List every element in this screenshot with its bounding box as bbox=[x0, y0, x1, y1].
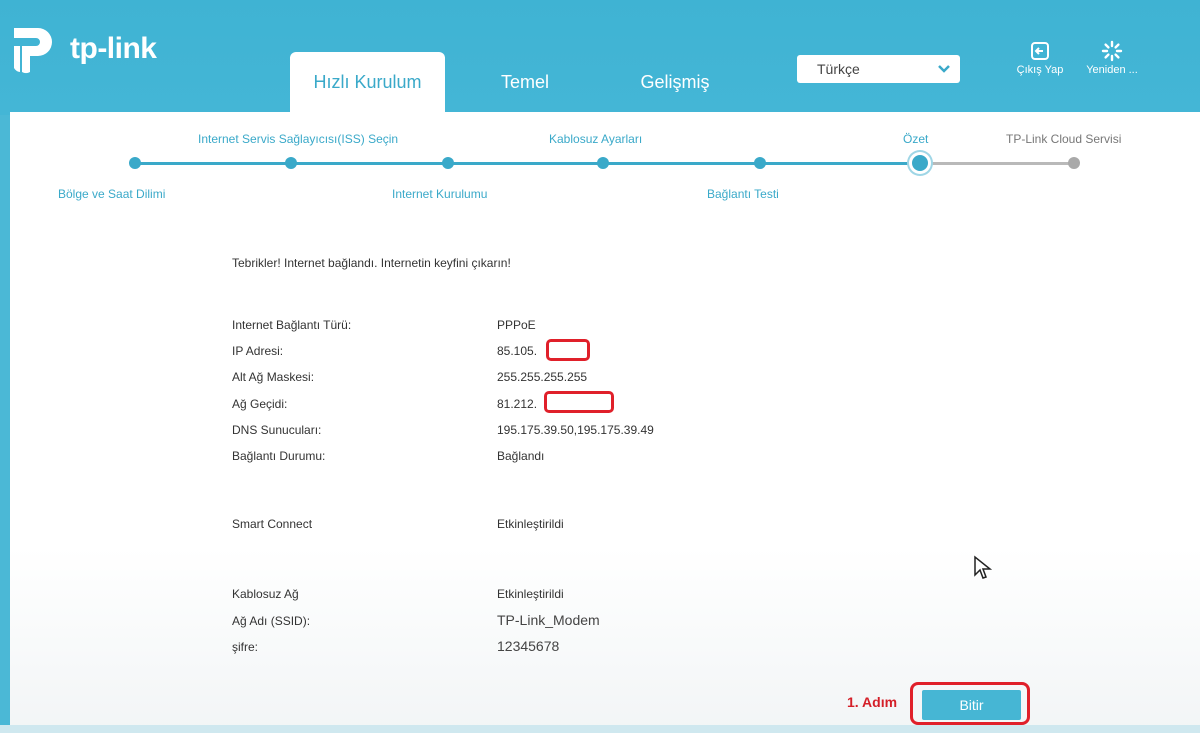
step-dot bbox=[285, 157, 297, 169]
summary-label: DNS Sunucuları: bbox=[232, 423, 322, 437]
step-label: TP-Link Cloud Servisi bbox=[1006, 132, 1122, 146]
step-dot bbox=[597, 157, 609, 169]
header-bar: tp-link Hızlı Kurulum Temel Gelişmiş Tür… bbox=[0, 0, 1200, 115]
summary-label: Kablosuz Ağ bbox=[232, 587, 299, 601]
step-label: Internet Servis Sağlayıcısı(ISS) Seçin bbox=[198, 132, 399, 146]
success-message: Tebrikler! Internet bağlandı. Internetin… bbox=[232, 256, 511, 270]
content-panel: Bölge ve Saat Dilimi Internet Servis Sağ… bbox=[10, 112, 1200, 733]
redaction-box bbox=[544, 391, 614, 413]
step-label: Internet Kurulumu bbox=[392, 187, 488, 201]
reboot-icon bbox=[1101, 40, 1123, 62]
summary-label: Ağ Geçidi: bbox=[232, 397, 288, 411]
summary-label: Bağlantı Durumu: bbox=[232, 449, 326, 463]
summary-value: 85.105. bbox=[497, 344, 538, 358]
tab-basic[interactable]: Temel bbox=[475, 52, 575, 112]
step-label: Özet bbox=[903, 132, 929, 146]
summary-label: şifre: bbox=[232, 640, 259, 654]
bottom-strip bbox=[0, 725, 1200, 733]
summary-label: Internet Bağlantı Türü: bbox=[232, 318, 352, 332]
mouse-cursor-icon bbox=[974, 555, 993, 579]
chevron-down-icon bbox=[938, 55, 950, 93]
step-label: Bağlantı Testi bbox=[707, 187, 779, 201]
reboot-label: Yeniden ... bbox=[1086, 64, 1138, 76]
progress-line-pending bbox=[920, 162, 1075, 165]
tab-quick-setup[interactable]: Hızlı Kurulum bbox=[290, 52, 445, 112]
brand-name: tp-link bbox=[70, 32, 157, 65]
summary-value: 81.212. bbox=[497, 397, 538, 411]
summary-value: Etkinleştirildi bbox=[497, 587, 564, 601]
summary-value: Etkinleştirildi bbox=[497, 517, 564, 531]
language-value: Türkçe bbox=[817, 61, 860, 77]
step-label: Bölge ve Saat Dilimi bbox=[58, 187, 166, 201]
step-dot bbox=[129, 157, 141, 169]
language-select[interactable]: Türkçe bbox=[797, 55, 960, 83]
logout-label: Çıkış Yap bbox=[1016, 64, 1064, 76]
summary-value: TP-Link_Modem bbox=[497, 612, 600, 628]
redaction-box bbox=[546, 339, 590, 361]
summary-value: 195.175.39.50,195.175.39.49 bbox=[497, 423, 654, 437]
step-label: Kablosuz Ayarları bbox=[549, 132, 643, 146]
step-annotation: 1. Adım bbox=[847, 694, 898, 710]
step-dot bbox=[1068, 157, 1080, 169]
summary-value: PPPoE bbox=[497, 318, 536, 332]
logout-icon bbox=[1031, 42, 1049, 60]
reboot-button[interactable]: Yeniden ... bbox=[1082, 40, 1142, 76]
step-dot bbox=[442, 157, 454, 169]
tp-link-logo-icon bbox=[14, 28, 52, 74]
summary-value: 12345678 bbox=[497, 638, 560, 654]
summary-label: IP Adresi: bbox=[232, 344, 284, 358]
tp-link-logo: tp-link bbox=[8, 20, 157, 78]
step-dot-current bbox=[912, 155, 928, 171]
finish-button[interactable]: Bitir bbox=[922, 690, 1021, 720]
finish-button-highlight: Bitir bbox=[910, 682, 1030, 725]
tab-advanced[interactable]: Gelişmiş bbox=[615, 52, 735, 112]
summary-value: Bağlandı bbox=[497, 449, 545, 463]
step-dot bbox=[754, 157, 766, 169]
summary-label: Smart Connect bbox=[232, 517, 313, 531]
summary-label: Ağ Adı (SSID): bbox=[232, 614, 311, 628]
progress-line-done bbox=[135, 162, 920, 165]
logout-button[interactable]: Çıkış Yap bbox=[1010, 40, 1070, 76]
summary-value: 255.255.255.255 bbox=[497, 370, 588, 384]
summary-label: Alt Ağ Maskesi: bbox=[232, 370, 315, 384]
